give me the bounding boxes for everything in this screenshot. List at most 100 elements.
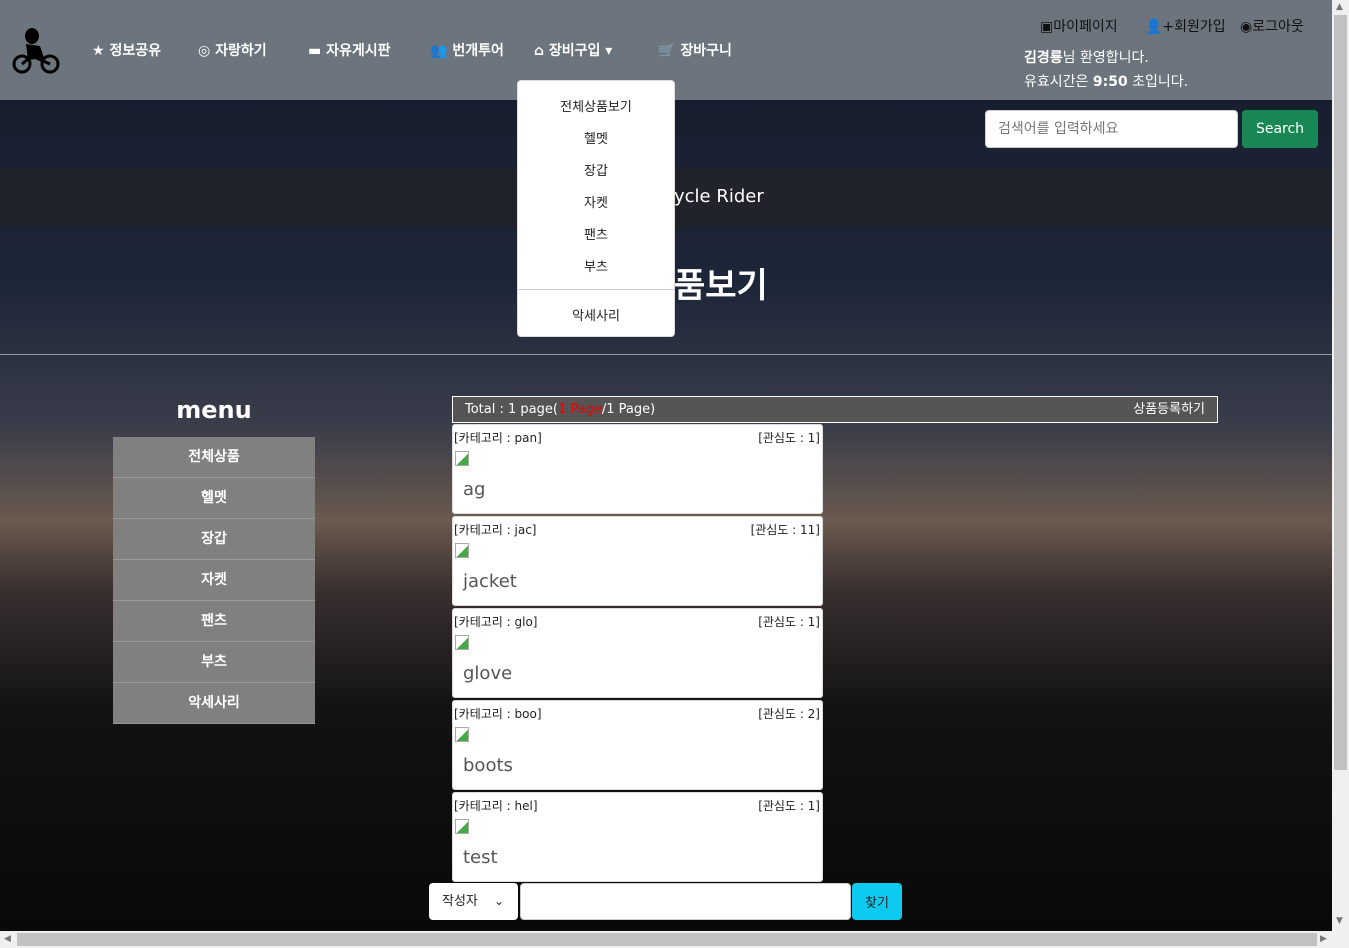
dropdown-item-accessories[interactable]: 악세사리 — [518, 305, 674, 324]
signup-link[interactable]: 👤+회원가입 — [1145, 16, 1226, 36]
nav-label: 자유게시판 — [326, 43, 391, 59]
product-name[interactable]: glove — [463, 663, 512, 684]
dropdown-item-boots[interactable]: 부츠 — [518, 256, 674, 275]
broken-image-icon[interactable] — [455, 635, 469, 650]
product-name[interactable]: boots — [463, 755, 513, 776]
user-name: 김경룡 — [1024, 50, 1063, 66]
site-subtitle: ycle Rider — [674, 186, 764, 207]
side-menu-all[interactable]: 전체상품 — [113, 437, 315, 478]
id-card-icon: ▣ — [1040, 19, 1054, 35]
timer-prefix: 유효시간은 — [1024, 74, 1093, 90]
people-icon: 👥 — [430, 43, 453, 59]
product-card[interactable]: [카테고리 : jac] [관심도 : 11] jacket — [452, 516, 823, 606]
cart-icon: 🛒 — [658, 43, 681, 59]
logout-label: 로그아웃 — [1252, 19, 1304, 35]
product-interest: [관심도 : 11] — [750, 523, 820, 537]
side-menu-boots[interactable]: 부츠 — [113, 642, 315, 683]
product-card[interactable]: [카테고리 : hel] [관심도 : 1] test — [452, 792, 823, 882]
instagram-icon: ◎ — [198, 43, 216, 59]
nav-free-board[interactable]: ▬ 자유게시판 — [308, 40, 391, 60]
dropdown-item-gloves[interactable]: 장갑 — [518, 160, 674, 179]
product-name[interactable]: jacket — [463, 571, 517, 592]
welcome-suffix: 님 환영합니다. — [1062, 50, 1149, 66]
search-button[interactable]: Search — [1242, 110, 1318, 148]
star-icon: ★ — [92, 43, 110, 59]
page-title: 품보기 — [674, 266, 768, 306]
nav-equipment-dropdown[interactable]: ⌂ 장비구입 ▾ — [534, 40, 612, 60]
nav-label: 정보공유 — [109, 43, 161, 59]
product-card[interactable]: [카테고리 : glo] [관심도 : 1] glove — [452, 608, 823, 698]
equipment-dropdown-menu: 전체상품보기 헬멧 장갑 자켓 팬츠 부츠 악세사리 — [517, 80, 675, 337]
product-name[interactable]: test — [463, 847, 498, 868]
product-interest: [관심도 : 1] — [758, 431, 820, 445]
broken-image-icon[interactable] — [455, 451, 469, 466]
product-category: [카테고리 : glo] — [454, 615, 538, 629]
logout-link[interactable]: ◉로그아웃 — [1240, 16, 1304, 36]
nav-show-off[interactable]: ◎ 자랑하기 — [198, 40, 267, 60]
broken-image-icon[interactable] — [455, 727, 469, 742]
nav-label: 자랑하기 — [215, 43, 267, 59]
side-menu-accessories[interactable]: 악세사리 — [113, 683, 315, 724]
total-suffix: /1 Page) — [601, 402, 656, 417]
caret-down-icon: ▾ — [600, 43, 613, 59]
register-product-link[interactable]: 상품등록하기 — [1133, 397, 1205, 422]
side-menu-pants[interactable]: 팬츠 — [113, 601, 315, 642]
product-category: [카테고리 : pan] — [454, 431, 542, 445]
dropdown-item-jacket[interactable]: 자켓 — [518, 192, 674, 211]
side-menu-title: menu — [176, 396, 252, 424]
chevron-down-icon: ⌄ — [493, 894, 504, 908]
scroll-down-icon[interactable]: ▼ — [1336, 916, 1343, 926]
motorcycle-logo[interactable] — [12, 26, 60, 74]
timer-value: 9:50 — [1092, 74, 1128, 90]
select-value: 작성자 — [442, 894, 478, 909]
session-timer: 유효시간은 9:50 초입니다. — [1024, 71, 1188, 91]
product-name[interactable]: ag — [463, 479, 485, 500]
pagination-summary: Total : 1 page(1 Page/1 Page) 상품등록하기 — [452, 396, 1218, 423]
broken-image-icon[interactable] — [455, 819, 469, 834]
search-field-select[interactable]: 작성자 ⌄ — [429, 883, 518, 920]
product-card[interactable]: [카테고리 : pan] [관심도 : 1] ag — [452, 424, 823, 514]
welcome-text: 김경룡님 환영합니다. — [1024, 47, 1149, 67]
person-plus-icon: 👤+ — [1145, 19, 1175, 35]
board-search-input[interactable] — [520, 883, 851, 920]
nav-label: 장바구니 — [680, 43, 732, 59]
side-menu-helmet[interactable]: 헬멧 — [113, 478, 315, 519]
shop-icon: ⌂ — [534, 43, 549, 59]
horizontal-scrollbar[interactable]: ◀ ▶ — [0, 931, 1349, 948]
product-interest: [관심도 : 1] — [758, 615, 820, 629]
product-category: [카테고리 : jac] — [454, 523, 537, 537]
person-circle-icon: ◉ — [1240, 19, 1253, 35]
product-category: [카테고리 : hel] — [454, 799, 538, 813]
vertical-scroll-thumb[interactable] — [1334, 15, 1347, 770]
dropdown-divider — [518, 289, 674, 290]
find-button[interactable]: 찾기 — [852, 883, 902, 920]
search-input[interactable] — [985, 110, 1238, 148]
scroll-right-icon[interactable]: ▶ — [1320, 934, 1327, 944]
product-interest: [관심도 : 1] — [758, 799, 820, 813]
horizontal-scroll-thumb[interactable] — [17, 933, 1317, 946]
scroll-up-icon[interactable]: ▲ — [1336, 2, 1343, 12]
nav-cart[interactable]: 🛒 장바구니 — [658, 40, 732, 60]
mypage-label: 마이페이지 — [1053, 19, 1118, 35]
dropdown-item-all[interactable]: 전체상품보기 — [518, 96, 674, 115]
scroll-left-icon[interactable]: ◀ — [4, 934, 11, 944]
dropdown-item-helmet[interactable]: 헬멧 — [518, 128, 674, 147]
vertical-scrollbar[interactable]: ▲ ▼ — [1332, 0, 1349, 931]
mypage-link[interactable]: ▣마이페이지 — [1040, 16, 1118, 36]
product-card[interactable]: [카테고리 : boo] [관심도 : 2] boots — [452, 700, 823, 790]
nav-label: 번개투어 — [452, 43, 504, 59]
side-menu-gloves[interactable]: 장갑 — [113, 519, 315, 560]
nav-label: 장비구입 — [548, 43, 601, 59]
side-menu-jacket[interactable]: 자켓 — [113, 560, 315, 601]
timer-suffix: 초입니다. — [1127, 74, 1189, 90]
divider — [0, 354, 1332, 355]
signup-label: 회원가입 — [1174, 19, 1226, 35]
broken-image-icon[interactable] — [455, 543, 469, 558]
current-page: 1 Page — [557, 402, 602, 417]
product-category: [카테고리 : boo] — [454, 707, 542, 721]
product-interest: [관심도 : 2] — [758, 707, 820, 721]
total-prefix: Total : 1 page( — [465, 402, 558, 417]
nav-flash-tour[interactable]: 👥 번개투어 — [430, 40, 504, 60]
nav-info-share[interactable]: ★ 정보공유 — [92, 40, 161, 60]
dropdown-item-pants[interactable]: 팬츠 — [518, 224, 674, 243]
